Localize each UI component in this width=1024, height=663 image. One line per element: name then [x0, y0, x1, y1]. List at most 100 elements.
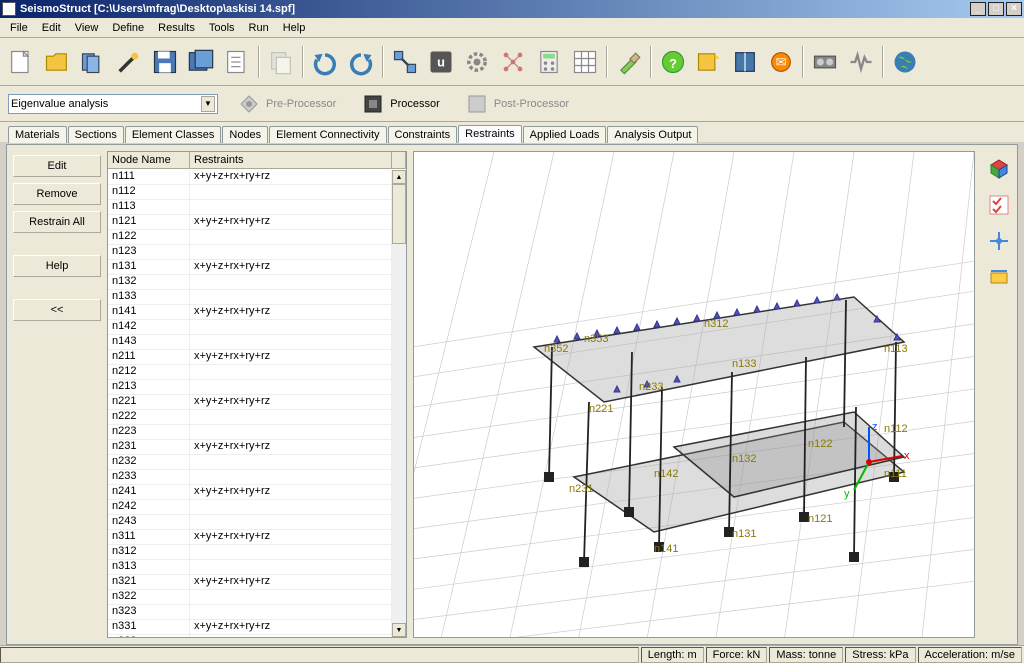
table-row[interactable]: n332 — [108, 635, 392, 637]
cell-restraint — [190, 425, 392, 440]
calculator-icon[interactable] — [532, 45, 566, 79]
seismo-icon[interactable] — [844, 45, 878, 79]
menu-file[interactable]: File — [4, 20, 34, 36]
scroll-up-icon[interactable]: ▲ — [392, 170, 406, 184]
help-icon[interactable]: ? — [656, 45, 690, 79]
column-restraints[interactable]: Restraints — [190, 152, 392, 168]
table-row[interactable]: n321x+y+z+rx+ry+rz — [108, 575, 392, 590]
table-body[interactable]: n111x+y+z+rx+ry+rzn112n113n121x+y+z+rx+r… — [108, 170, 392, 637]
back-button[interactable]: << — [13, 299, 101, 321]
extent-icon[interactable] — [985, 263, 1013, 291]
tab-materials[interactable]: Materials — [8, 126, 67, 143]
scroll-thumb[interactable] — [392, 184, 406, 244]
table-row[interactable]: n232 — [108, 455, 392, 470]
table-row[interactable]: n123 — [108, 245, 392, 260]
help-button[interactable]: Help — [13, 255, 101, 277]
close-button[interactable]: × — [1006, 2, 1022, 16]
saveas-icon[interactable] — [184, 45, 218, 79]
view-cube-icon[interactable] — [985, 155, 1013, 183]
table-row[interactable]: n112 — [108, 185, 392, 200]
table-row[interactable]: n311x+y+z+rx+ry+rz — [108, 530, 392, 545]
table-row[interactable]: n243 — [108, 515, 392, 530]
table-row[interactable]: n223 — [108, 425, 392, 440]
table-row[interactable]: n132 — [108, 275, 392, 290]
gear-icon[interactable] — [460, 45, 494, 79]
video-icon[interactable] — [808, 45, 842, 79]
redo-icon[interactable] — [344, 45, 378, 79]
menu-run[interactable]: Run — [243, 20, 275, 36]
magic-icon[interactable] — [112, 45, 146, 79]
new-icon[interactable] — [4, 45, 38, 79]
processor-button[interactable]: Processor — [354, 89, 446, 119]
table-row[interactable]: n143 — [108, 335, 392, 350]
remove-button[interactable]: Remove — [13, 183, 101, 205]
wizard-icon[interactable] — [76, 45, 110, 79]
column-node-name[interactable]: Node Name — [108, 152, 190, 168]
menu-help[interactable]: Help — [277, 20, 312, 36]
table-row[interactable]: n212 — [108, 365, 392, 380]
grid-icon[interactable] — [568, 45, 602, 79]
earth-icon[interactable] — [888, 45, 922, 79]
table-row[interactable]: n131x+y+z+rx+ry+rz — [108, 260, 392, 275]
table-row[interactable]: n113 — [108, 200, 392, 215]
table-scrollbar[interactable]: ▲ ▼ — [392, 170, 406, 637]
minimize-button[interactable]: _ — [970, 2, 986, 16]
table-row[interactable]: n142 — [108, 320, 392, 335]
units-icon[interactable]: u — [424, 45, 458, 79]
copy-icon[interactable] — [264, 45, 298, 79]
table-row[interactable]: n241x+y+z+rx+ry+rz — [108, 485, 392, 500]
text-icon[interactable] — [220, 45, 254, 79]
table-row[interactable]: n213 — [108, 380, 392, 395]
table-row[interactable]: n322 — [108, 590, 392, 605]
table-row[interactable]: n141x+y+z+rx+ry+rz — [108, 305, 392, 320]
scroll-down-icon[interactable]: ▼ — [392, 623, 406, 637]
nodes-icon[interactable] — [496, 45, 530, 79]
table-row[interactable]: n133 — [108, 290, 392, 305]
tutorial-icon[interactable] — [692, 45, 726, 79]
table-row[interactable]: n122 — [108, 230, 392, 245]
table-row[interactable]: n331x+y+z+rx+ry+rz — [108, 620, 392, 635]
checklist-icon[interactable] — [985, 191, 1013, 219]
cell-restraint: x+y+z+rx+ry+rz — [190, 170, 392, 185]
undo-icon[interactable] — [308, 45, 342, 79]
menu-view[interactable]: View — [69, 20, 105, 36]
tab-element-classes[interactable]: Element Classes — [125, 126, 222, 143]
table-row[interactable]: n121x+y+z+rx+ry+rz — [108, 215, 392, 230]
edit-button[interactable]: Edit — [13, 155, 101, 177]
scroll-track[interactable] — [392, 184, 406, 623]
tab-sections[interactable]: Sections — [68, 126, 124, 143]
menu-define[interactable]: Define — [106, 20, 150, 36]
pre-processor-button[interactable]: Pre-Processor — [230, 89, 342, 119]
maximize-button[interactable]: □ — [988, 2, 1004, 16]
brush-icon[interactable] — [612, 45, 646, 79]
post-processor-button[interactable]: Post-Processor — [458, 89, 575, 119]
connect-icon[interactable] — [388, 45, 422, 79]
table-row[interactable]: n222 — [108, 410, 392, 425]
analysis-type-selector[interactable]: Eigenvalue analysis ▼ — [8, 94, 218, 114]
table-row[interactable]: n312 — [108, 545, 392, 560]
book-icon[interactable] — [728, 45, 762, 79]
menu-results[interactable]: Results — [152, 20, 201, 36]
table-row[interactable]: n233 — [108, 470, 392, 485]
open-icon[interactable] — [40, 45, 74, 79]
globe-icon[interactable]: ✉ — [764, 45, 798, 79]
table-row[interactable]: n211x+y+z+rx+ry+rz — [108, 350, 392, 365]
table-row[interactable]: n323 — [108, 605, 392, 620]
table-row[interactable]: n231x+y+z+rx+ry+rz — [108, 440, 392, 455]
table-row[interactable]: n313 — [108, 560, 392, 575]
tab-nodes[interactable]: Nodes — [222, 126, 268, 143]
tab-restraints[interactable]: Restraints — [458, 125, 522, 143]
table-row[interactable]: n111x+y+z+rx+ry+rz — [108, 170, 392, 185]
menu-tools[interactable]: Tools — [203, 20, 241, 36]
save-icon[interactable] — [148, 45, 182, 79]
table-row[interactable]: n221x+y+z+rx+ry+rz — [108, 395, 392, 410]
tab-element-connectivity[interactable]: Element Connectivity — [269, 126, 386, 143]
menu-edit[interactable]: Edit — [36, 20, 67, 36]
tab-applied-loads[interactable]: Applied Loads — [523, 126, 607, 143]
tab-analysis-output[interactable]: Analysis Output — [607, 126, 698, 143]
table-row[interactable]: n242 — [108, 500, 392, 515]
3d-viewport[interactable]: n113n112n111 n122n121 n133n132n131 n142n… — [413, 151, 975, 638]
restrain-all-button[interactable]: Restrain All — [13, 211, 101, 233]
tab-constraints[interactable]: Constraints — [388, 126, 458, 143]
snap-icon[interactable] — [985, 227, 1013, 255]
